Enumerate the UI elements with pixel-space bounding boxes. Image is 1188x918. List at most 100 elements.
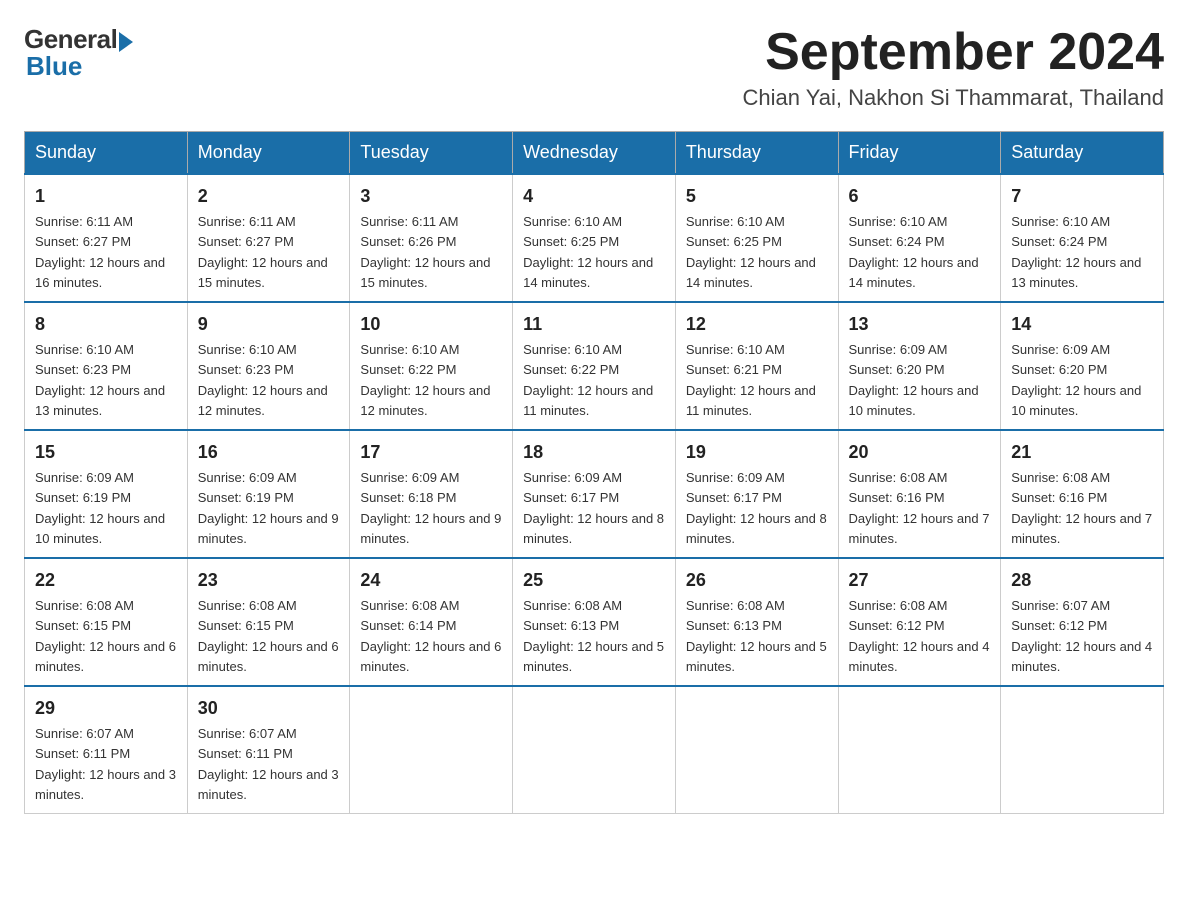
header-thursday: Thursday [675, 132, 838, 175]
day-number: 12 [686, 311, 828, 338]
calendar-cell: 2 Sunrise: 6:11 AMSunset: 6:27 PMDayligh… [187, 174, 350, 302]
day-number: 22 [35, 567, 177, 594]
day-number: 18 [523, 439, 665, 466]
day-number: 20 [849, 439, 991, 466]
day-number: 5 [686, 183, 828, 210]
day-info: Sunrise: 6:10 AMSunset: 6:25 PMDaylight:… [686, 214, 816, 290]
day-number: 7 [1011, 183, 1153, 210]
calendar-cell: 9 Sunrise: 6:10 AMSunset: 6:23 PMDayligh… [187, 302, 350, 430]
day-info: Sunrise: 6:10 AMSunset: 6:22 PMDaylight:… [360, 342, 490, 418]
calendar-cell: 22 Sunrise: 6:08 AMSunset: 6:15 PMDaylig… [25, 558, 188, 686]
day-number: 11 [523, 311, 665, 338]
day-number: 9 [198, 311, 340, 338]
header-friday: Friday [838, 132, 1001, 175]
day-info: Sunrise: 6:08 AMSunset: 6:13 PMDaylight:… [523, 598, 664, 674]
day-info: Sunrise: 6:08 AMSunset: 6:12 PMDaylight:… [849, 598, 990, 674]
day-info: Sunrise: 6:09 AMSunset: 6:17 PMDaylight:… [686, 470, 827, 546]
calendar-cell: 20 Sunrise: 6:08 AMSunset: 6:16 PMDaylig… [838, 430, 1001, 558]
calendar-cell: 7 Sunrise: 6:10 AMSunset: 6:24 PMDayligh… [1001, 174, 1164, 302]
day-number: 21 [1011, 439, 1153, 466]
day-info: Sunrise: 6:09 AMSunset: 6:20 PMDaylight:… [1011, 342, 1141, 418]
calendar-cell [675, 686, 838, 814]
day-info: Sunrise: 6:08 AMSunset: 6:16 PMDaylight:… [849, 470, 990, 546]
day-number: 3 [360, 183, 502, 210]
week-row-1: 1 Sunrise: 6:11 AMSunset: 6:27 PMDayligh… [25, 174, 1164, 302]
header-tuesday: Tuesday [350, 132, 513, 175]
calendar-table: SundayMondayTuesdayWednesdayThursdayFrid… [24, 131, 1164, 814]
calendar-cell: 27 Sunrise: 6:08 AMSunset: 6:12 PMDaylig… [838, 558, 1001, 686]
calendar-cell: 12 Sunrise: 6:10 AMSunset: 6:21 PMDaylig… [675, 302, 838, 430]
day-info: Sunrise: 6:08 AMSunset: 6:16 PMDaylight:… [1011, 470, 1152, 546]
calendar-cell [838, 686, 1001, 814]
day-number: 26 [686, 567, 828, 594]
day-info: Sunrise: 6:11 AMSunset: 6:26 PMDaylight:… [360, 214, 490, 290]
calendar-cell [1001, 686, 1164, 814]
day-info: Sunrise: 6:10 AMSunset: 6:25 PMDaylight:… [523, 214, 653, 290]
day-info: Sunrise: 6:09 AMSunset: 6:18 PMDaylight:… [360, 470, 501, 546]
calendar-cell: 1 Sunrise: 6:11 AMSunset: 6:27 PMDayligh… [25, 174, 188, 302]
day-info: Sunrise: 6:11 AMSunset: 6:27 PMDaylight:… [198, 214, 328, 290]
title-area: September 2024 Chian Yai, Nakhon Si Tham… [743, 24, 1165, 111]
day-number: 25 [523, 567, 665, 594]
day-info: Sunrise: 6:10 AMSunset: 6:23 PMDaylight:… [35, 342, 165, 418]
calendar-cell: 18 Sunrise: 6:09 AMSunset: 6:17 PMDaylig… [513, 430, 676, 558]
calendar-cell: 16 Sunrise: 6:09 AMSunset: 6:19 PMDaylig… [187, 430, 350, 558]
calendar-cell: 29 Sunrise: 6:07 AMSunset: 6:11 PMDaylig… [25, 686, 188, 814]
day-number: 6 [849, 183, 991, 210]
header-sunday: Sunday [25, 132, 188, 175]
day-number: 2 [198, 183, 340, 210]
calendar-cell: 21 Sunrise: 6:08 AMSunset: 6:16 PMDaylig… [1001, 430, 1164, 558]
logo-arrow-icon [119, 32, 133, 52]
calendar-cell: 19 Sunrise: 6:09 AMSunset: 6:17 PMDaylig… [675, 430, 838, 558]
day-info: Sunrise: 6:07 AMSunset: 6:11 PMDaylight:… [198, 726, 339, 802]
day-number: 10 [360, 311, 502, 338]
day-info: Sunrise: 6:09 AMSunset: 6:20 PMDaylight:… [849, 342, 979, 418]
logo: General Blue [24, 24, 133, 82]
logo-blue-text: Blue [26, 51, 82, 82]
day-info: Sunrise: 6:10 AMSunset: 6:24 PMDaylight:… [1011, 214, 1141, 290]
day-info: Sunrise: 6:08 AMSunset: 6:14 PMDaylight:… [360, 598, 501, 674]
header-monday: Monday [187, 132, 350, 175]
header-wednesday: Wednesday [513, 132, 676, 175]
day-info: Sunrise: 6:07 AMSunset: 6:11 PMDaylight:… [35, 726, 176, 802]
calendar-cell: 10 Sunrise: 6:10 AMSunset: 6:22 PMDaylig… [350, 302, 513, 430]
day-info: Sunrise: 6:10 AMSunset: 6:24 PMDaylight:… [849, 214, 979, 290]
calendar-cell: 3 Sunrise: 6:11 AMSunset: 6:26 PMDayligh… [350, 174, 513, 302]
calendar-cell: 4 Sunrise: 6:10 AMSunset: 6:25 PMDayligh… [513, 174, 676, 302]
day-number: 17 [360, 439, 502, 466]
calendar-cell [513, 686, 676, 814]
month-title: September 2024 [743, 24, 1165, 81]
day-info: Sunrise: 6:09 AMSunset: 6:19 PMDaylight:… [198, 470, 339, 546]
calendar-cell: 26 Sunrise: 6:08 AMSunset: 6:13 PMDaylig… [675, 558, 838, 686]
calendar-cell: 30 Sunrise: 6:07 AMSunset: 6:11 PMDaylig… [187, 686, 350, 814]
day-number: 14 [1011, 311, 1153, 338]
page-header: General Blue September 2024 Chian Yai, N… [24, 24, 1164, 111]
calendar-cell: 25 Sunrise: 6:08 AMSunset: 6:13 PMDaylig… [513, 558, 676, 686]
day-info: Sunrise: 6:10 AMSunset: 6:21 PMDaylight:… [686, 342, 816, 418]
day-number: 13 [849, 311, 991, 338]
day-info: Sunrise: 6:08 AMSunset: 6:13 PMDaylight:… [686, 598, 827, 674]
day-number: 8 [35, 311, 177, 338]
day-number: 28 [1011, 567, 1153, 594]
week-row-4: 22 Sunrise: 6:08 AMSunset: 6:15 PMDaylig… [25, 558, 1164, 686]
day-info: Sunrise: 6:10 AMSunset: 6:23 PMDaylight:… [198, 342, 328, 418]
day-number: 16 [198, 439, 340, 466]
calendar-cell: 15 Sunrise: 6:09 AMSunset: 6:19 PMDaylig… [25, 430, 188, 558]
day-info: Sunrise: 6:09 AMSunset: 6:17 PMDaylight:… [523, 470, 664, 546]
day-info: Sunrise: 6:08 AMSunset: 6:15 PMDaylight:… [198, 598, 339, 674]
day-number: 23 [198, 567, 340, 594]
calendar-cell: 13 Sunrise: 6:09 AMSunset: 6:20 PMDaylig… [838, 302, 1001, 430]
day-number: 29 [35, 695, 177, 722]
day-info: Sunrise: 6:10 AMSunset: 6:22 PMDaylight:… [523, 342, 653, 418]
calendar-cell: 6 Sunrise: 6:10 AMSunset: 6:24 PMDayligh… [838, 174, 1001, 302]
day-number: 19 [686, 439, 828, 466]
calendar-cell [350, 686, 513, 814]
day-info: Sunrise: 6:08 AMSunset: 6:15 PMDaylight:… [35, 598, 176, 674]
calendar-cell: 8 Sunrise: 6:10 AMSunset: 6:23 PMDayligh… [25, 302, 188, 430]
header-saturday: Saturday [1001, 132, 1164, 175]
day-number: 30 [198, 695, 340, 722]
day-info: Sunrise: 6:11 AMSunset: 6:27 PMDaylight:… [35, 214, 165, 290]
week-row-2: 8 Sunrise: 6:10 AMSunset: 6:23 PMDayligh… [25, 302, 1164, 430]
calendar-cell: 5 Sunrise: 6:10 AMSunset: 6:25 PMDayligh… [675, 174, 838, 302]
calendar-cell: 14 Sunrise: 6:09 AMSunset: 6:20 PMDaylig… [1001, 302, 1164, 430]
